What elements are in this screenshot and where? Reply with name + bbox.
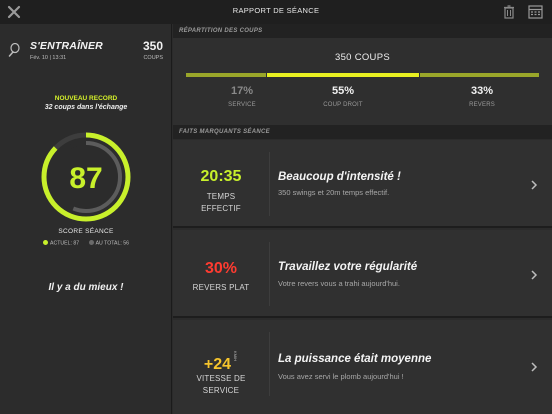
card-description: Votre revers vous a trahi aujourd'hui. (278, 279, 400, 288)
legend-total: AU TOTAL: 56 (88, 240, 129, 247)
bar-backhand (420, 73, 539, 77)
highlights-section-header: FAITS MARQUANTS SÉANCE (173, 125, 552, 139)
chevron-right-icon (531, 180, 538, 190)
metric-serve-speed: +24 KM/H (203, 351, 239, 373)
shot-distribution: 350 COUPS 17% SERVICE 55% COUP DROIT 33%… (173, 38, 552, 125)
session-date: Fév. 10 | 13:31 (30, 55, 67, 61)
label-backhand: REVERS (469, 102, 495, 108)
card-title: Beaucoup d'intensité ! (278, 171, 401, 183)
shots-label: COUPS (143, 55, 163, 61)
distribution-section-header: RÉPARTITION DES COUPS (173, 24, 552, 38)
label-forehand: COUP DROIT (323, 102, 363, 108)
metric-effective-time: 20:35 (200, 168, 242, 185)
calendar-icon[interactable] (528, 5, 543, 19)
card-title: Travaillez votre régularité (278, 261, 418, 273)
bar-service (186, 73, 266, 77)
card-description: 350 swings et 20m temps effectif. (278, 188, 390, 197)
trash-icon[interactable] (502, 4, 516, 20)
score-label: SCORE SÉANCE (58, 228, 114, 235)
distribution-total: 350 COUPS (335, 52, 390, 63)
chevron-right-icon (531, 362, 538, 372)
chevron-right-icon (531, 270, 538, 280)
score-legend: ACTUEL: 87 AU TOTAL: 56 (0, 240, 172, 247)
pct-backhand: 33% (470, 85, 494, 97)
session-verdict: Il y a du mieux ! (48, 282, 124, 293)
card-description: Vous avez servi le plomb aujourd'hui ! (278, 372, 404, 381)
metric-label-line1: TEMPS (206, 192, 236, 201)
label-service: SERVICE (228, 102, 256, 108)
bar-forehand (267, 73, 419, 77)
session-score-gauge: 87 (41, 132, 131, 222)
highlight-card-consistency[interactable]: 30% REVERS PLAT Travaillez votre régular… (173, 230, 552, 318)
score-value: 87 (69, 162, 102, 195)
top-bar: RAPPORT DE SÉANCE (0, 0, 552, 24)
card-divider (269, 332, 270, 396)
metric-label-line1: REVERS PLAT (192, 283, 250, 292)
racket-icon (8, 43, 20, 57)
session-summary-panel: S'ENTRAÎNER Fév. 10 | 13:31 350 COUPS NO… (0, 24, 172, 414)
card-divider (269, 242, 270, 306)
legend-current: ACTUEL: 87 (42, 240, 79, 247)
metric-label-line2: SERVICE (202, 386, 240, 395)
pct-forehand: 55% (331, 85, 355, 97)
highlight-card-intensity[interactable]: 20:35 TEMPS EFFECTIF Beaucoup d'intensit… (173, 140, 552, 228)
metric-label-line1: VITESSE DE (196, 374, 246, 383)
record-title: NOUVEAU RECORD (54, 95, 118, 102)
metric-label-line2: EFFECTIF (201, 204, 241, 213)
card-title: La puissance était moyenne (278, 353, 432, 365)
session-type: S'ENTRAÎNER (30, 40, 103, 52)
metric-flat-backhand: 30% (204, 260, 238, 277)
highlight-card-power[interactable]: +24 KM/H VITESSE DE SERVICE La puissance … (173, 320, 552, 414)
pct-service: 17% (230, 85, 254, 97)
page-title: RAPPORT DE SÉANCE (232, 6, 320, 15)
record-text: 32 coups dans l'échange (44, 104, 128, 111)
speed-unit: KM/H (233, 351, 239, 361)
shots-count: 350 (142, 39, 163, 53)
card-divider (269, 152, 270, 216)
